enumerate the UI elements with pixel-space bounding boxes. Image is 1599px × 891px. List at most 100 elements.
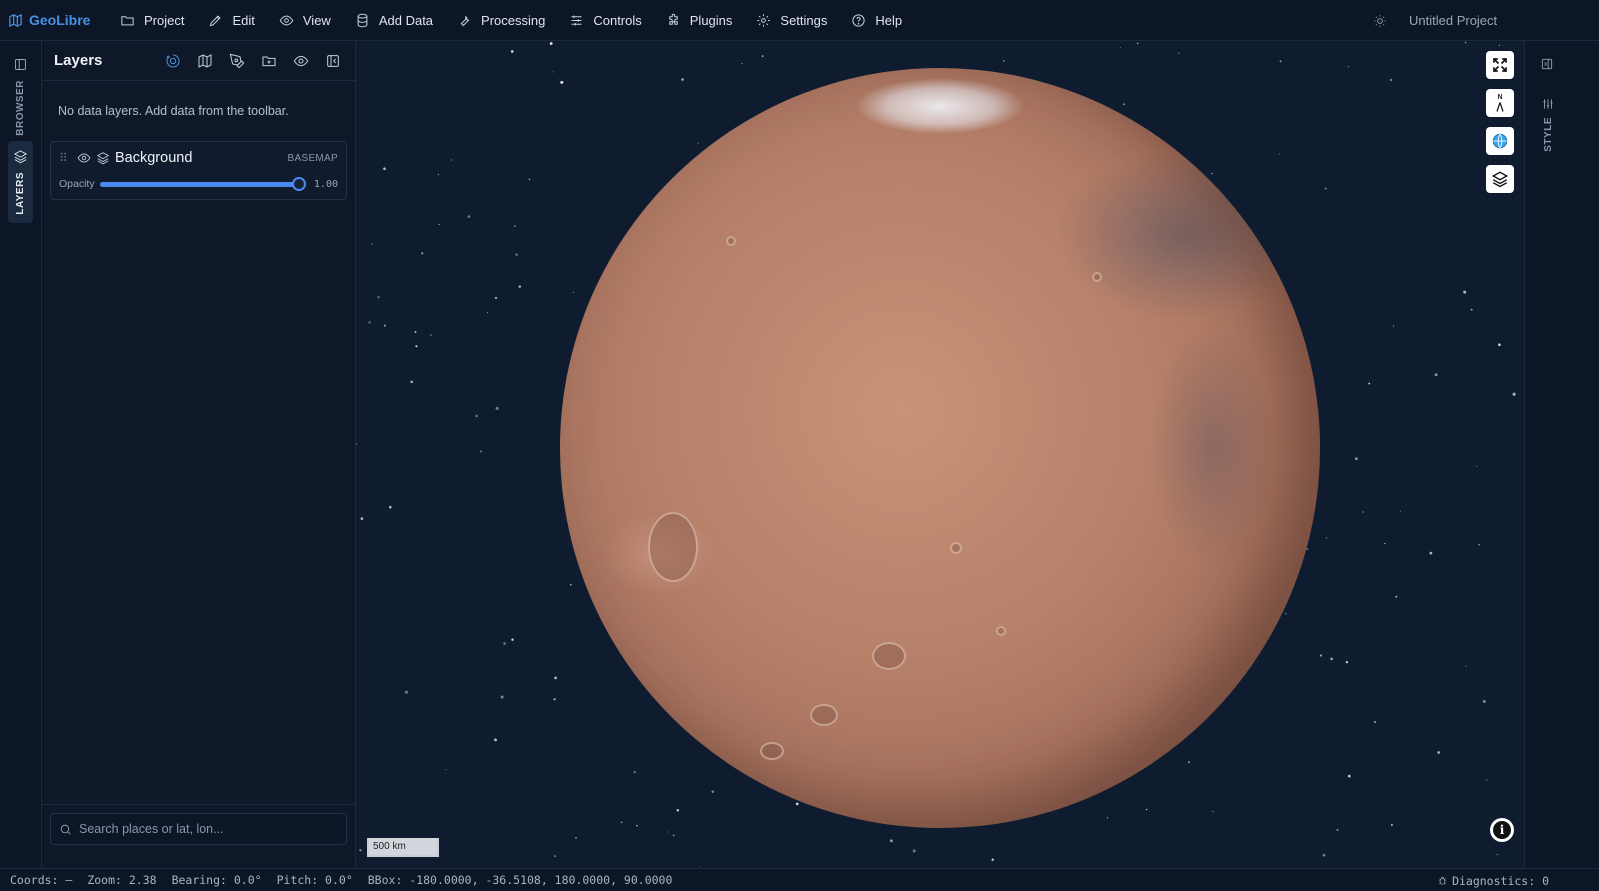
star: [510, 50, 514, 53]
layer-switcher-button[interactable]: [1486, 165, 1514, 193]
menu-processing[interactable]: Processing: [445, 0, 557, 41]
star: [554, 855, 556, 858]
star: [570, 584, 572, 586]
menu-settings[interactable]: Settings: [744, 0, 839, 41]
bug-icon: [1438, 877, 1447, 885]
place-search-input[interactable]: [79, 822, 329, 836]
star: [414, 331, 417, 333]
menu-add-data[interactable]: Add Data: [343, 0, 445, 41]
map-icon: [9, 13, 22, 27]
opacity-label: Opacity: [59, 178, 95, 190]
app-brand[interactable]: GeoLibre: [0, 12, 108, 28]
menu-view[interactable]: View: [267, 0, 343, 41]
map-canvas[interactable]: N 500 km i: [356, 41, 1524, 868]
theme-toggle-button[interactable]: [1365, 6, 1395, 36]
star: [697, 142, 699, 144]
expand-right-panel-button[interactable]: [1536, 53, 1558, 75]
eye-icon: [279, 15, 294, 25]
menu-plugins[interactable]: Plugins: [654, 0, 745, 41]
star: [1145, 808, 1148, 811]
layers-toolbar: [159, 47, 355, 75]
layers-icon: [96, 152, 110, 165]
star: [383, 167, 386, 170]
star: [1324, 187, 1327, 190]
star: [377, 296, 380, 299]
info-icon: i: [1493, 821, 1511, 839]
crater: [996, 626, 1006, 636]
diagnostics-button[interactable]: Diagnostics: 0: [1437, 869, 1549, 891]
basemap-button[interactable]: [191, 47, 219, 75]
folder-icon: [121, 15, 134, 25]
tab-browser[interactable]: BROWSER: [8, 49, 33, 144]
attribution-button[interactable]: i: [1490, 818, 1514, 842]
star: [389, 505, 392, 509]
star: [1355, 457, 1358, 461]
status-bearing: Bearing: 0.0°: [171, 873, 262, 887]
star: [552, 71, 554, 73]
opacity-slider-fill: [100, 181, 299, 187]
star: [672, 834, 675, 837]
menu-controls[interactable]: Controls: [557, 0, 653, 41]
globe-projection-button[interactable]: [159, 47, 187, 75]
star: [1278, 153, 1281, 155]
panel-right-icon: [1541, 58, 1553, 70]
wrench-icon: [460, 14, 470, 26]
star: [528, 178, 531, 181]
star: [1347, 66, 1349, 68]
opacity-slider-thumb[interactable]: [292, 177, 306, 191]
star: [410, 380, 413, 384]
menu-edit[interactable]: Edit: [196, 0, 266, 41]
add-group-button[interactable]: [255, 47, 283, 75]
star: [1325, 537, 1327, 539]
draw-button[interactable]: [223, 47, 251, 75]
star: [1368, 382, 1371, 385]
gear-icon: [757, 13, 771, 27]
star: [445, 769, 447, 771]
layer-card-background[interactable]: ⠿ Background BASEMAP Opacity 1.00: [50, 141, 347, 200]
star: [359, 849, 362, 852]
star: [681, 78, 684, 81]
star: [795, 802, 799, 806]
fullscreen-icon: [1493, 58, 1507, 72]
star: [475, 414, 478, 418]
eye-icon[interactable]: [77, 151, 91, 165]
star: [1498, 343, 1501, 346]
tab-style[interactable]: STYLE: [1537, 97, 1559, 152]
star: [1470, 308, 1473, 311]
menu-project[interactable]: Project: [108, 0, 196, 41]
star: [1464, 41, 1467, 44]
toggle-visibility-button[interactable]: [287, 47, 315, 75]
panel-left-close-icon: [327, 54, 339, 67]
star: [761, 55, 764, 57]
opacity-slider[interactable]: [100, 177, 306, 191]
fullscreen-button[interactable]: [1486, 51, 1514, 79]
tab-layers-label: LAYERS: [15, 172, 26, 215]
star: [620, 821, 623, 824]
place-search[interactable]: [50, 813, 347, 845]
star: [1434, 373, 1438, 377]
star: [1178, 52, 1180, 54]
mars-globe[interactable]: [560, 68, 1320, 828]
compass-button[interactable]: N: [1486, 89, 1514, 117]
star: [415, 345, 418, 348]
tab-layers[interactable]: LAYERS: [8, 141, 33, 223]
star: [991, 858, 994, 861]
crater: [726, 236, 736, 246]
star: [1399, 510, 1401, 512]
sliders-icon: [571, 15, 582, 25]
status-pitch: Pitch: 0.0°: [276, 873, 353, 887]
drag-handle-icon[interactable]: ⠿: [59, 151, 69, 165]
star: [1437, 751, 1440, 754]
collapse-panel-button[interactable]: [319, 47, 347, 75]
star: [1212, 810, 1214, 813]
menu-controls-label: Controls: [593, 12, 642, 28]
star: [1465, 665, 1467, 667]
star: [1106, 817, 1109, 819]
menu-project-label: Project: [144, 12, 185, 28]
menu-help[interactable]: Help: [839, 0, 914, 41]
star: [1374, 721, 1376, 723]
project-title[interactable]: Untitled Project: [1409, 13, 1599, 28]
crater: [760, 742, 784, 760]
globe-toggle-button[interactable]: [1486, 127, 1514, 155]
star: [1330, 657, 1333, 661]
